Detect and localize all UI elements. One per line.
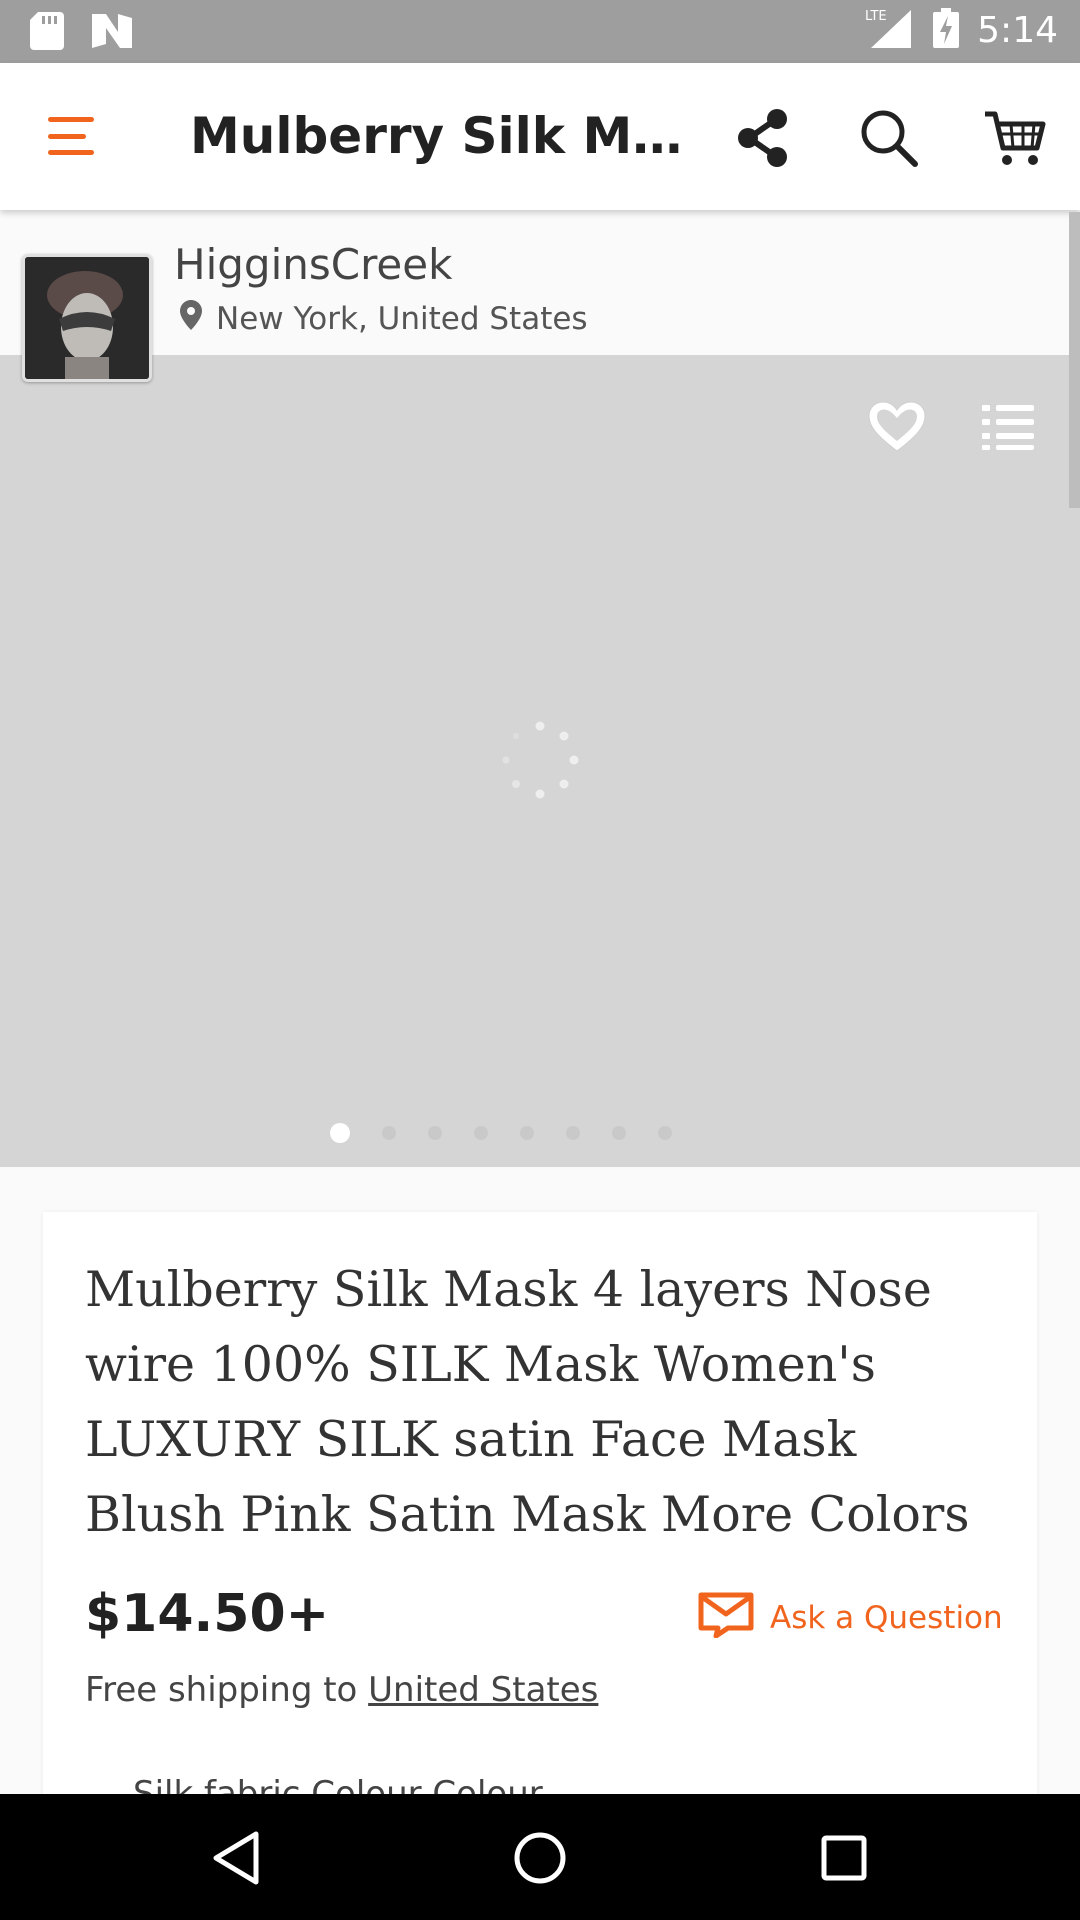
page-dot[interactable]: [428, 1126, 442, 1140]
n-logo-icon: [92, 14, 132, 53]
battery-charging-icon: [933, 8, 960, 53]
recents-icon[interactable]: [808, 1822, 880, 1894]
ask-question-button[interactable]: Ask a Question: [698, 1592, 1003, 1643]
page-dot[interactable]: [658, 1126, 672, 1140]
gallery-page-indicator: [330, 1123, 672, 1143]
location-pin-icon: [180, 300, 202, 338]
search-icon[interactable]: [852, 101, 926, 175]
loading-spinner-icon: [500, 720, 580, 800]
app-bar: Mulberry Silk Mas…: [0, 63, 1080, 210]
listing-details-card: Mulberry Silk Mask 4 layers Nose wire 10…: [43, 1212, 1037, 1814]
shipping-destination-link[interactable]: United States: [368, 1670, 598, 1710]
home-icon[interactable]: [504, 1822, 576, 1894]
page-dot[interactable]: [612, 1126, 626, 1140]
page-dot[interactable]: [330, 1123, 350, 1143]
listing-image-gallery[interactable]: [0, 355, 1080, 1167]
shop-location-label: New York, United States: [216, 301, 588, 337]
shipping-info: Free shipping to United States: [85, 1670, 598, 1710]
cart-icon[interactable]: [978, 101, 1052, 175]
listing-title: Mulberry Silk Mask 4 layers Nose wire 10…: [85, 1261, 970, 1543]
menu-icon[interactable]: [44, 111, 100, 161]
network-label: LTE: [865, 9, 887, 24]
share-icon[interactable]: [726, 101, 800, 175]
mail-icon: [698, 1592, 754, 1643]
status-time: 5:14: [977, 10, 1058, 51]
system-nav-bar: [0, 1794, 1080, 1920]
lte-signal-icon: LTE: [863, 8, 915, 53]
shop-header[interactable]: HigginsCreek New York, United States: [0, 210, 1080, 382]
page-title: Mulberry Silk Mas…: [190, 107, 690, 165]
add-to-list-icon[interactable]: [982, 403, 1036, 451]
shop-name[interactable]: HigginsCreek: [174, 240, 452, 289]
page-dot[interactable]: [566, 1126, 580, 1140]
scrollbar[interactable]: [1069, 212, 1080, 508]
ask-question-label: Ask a Question: [770, 1599, 1003, 1636]
page-dot[interactable]: [474, 1126, 488, 1140]
favorite-heart-icon[interactable]: [866, 399, 928, 455]
sd-card-icon: [30, 12, 64, 55]
shop-location: New York, United States: [180, 300, 588, 338]
page-dot[interactable]: [520, 1126, 534, 1140]
back-icon[interactable]: [200, 1822, 272, 1894]
page-dot[interactable]: [382, 1126, 396, 1140]
listing-price: $14.50+: [85, 1584, 330, 1644]
shipping-prefix: Free shipping to: [85, 1670, 369, 1710]
shop-avatar[interactable]: [22, 254, 152, 382]
status-bar: LTE 5:14: [0, 0, 1080, 63]
